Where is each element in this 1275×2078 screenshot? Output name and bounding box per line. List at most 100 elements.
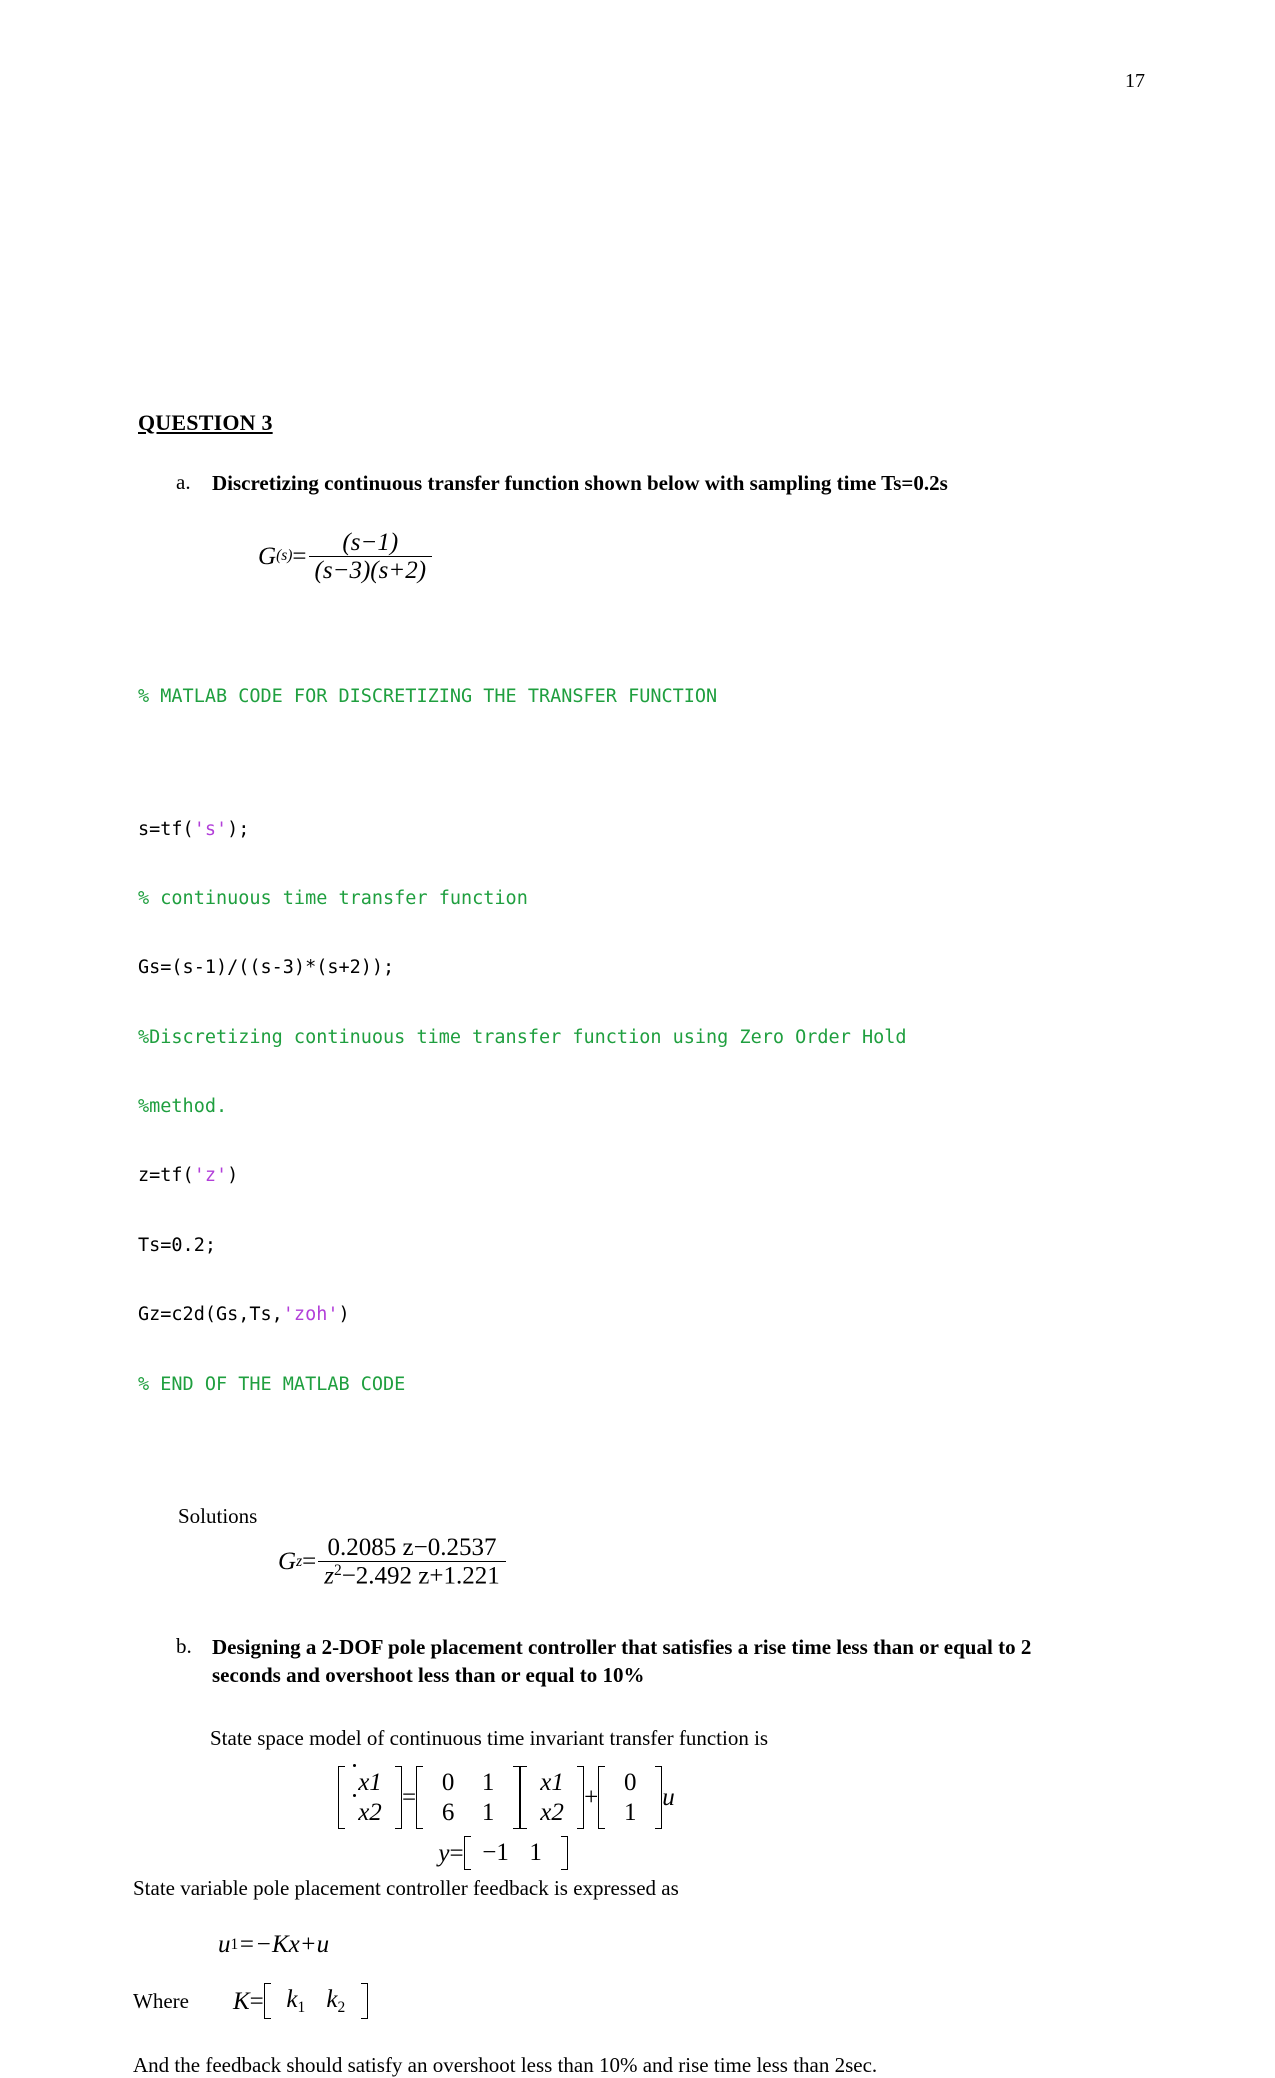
code-line: z=tf('z')	[138, 1164, 1138, 1187]
matrix-k: k1 k2	[263, 1983, 368, 2020]
state-space-input: u	[662, 1784, 675, 1812]
code-line: Gs=(s-1)/((s-3)*(s+2));	[138, 957, 395, 979]
matrix-row: x2	[350, 1793, 390, 1828]
matrix-cell: 6	[441, 1798, 455, 1826]
page-number: 17	[1125, 70, 1145, 92]
matrix-row: −1 1	[476, 1838, 556, 1868]
matrix-a: 01 61	[416, 1766, 521, 1830]
gain-definition-line: Where K = k1 k2	[133, 1983, 1138, 2020]
feedback-lhs: u	[218, 1931, 231, 1959]
code-line: s=tf('s');	[138, 818, 1138, 841]
code-segment: Gz=c2d(Gs,Ts,	[138, 1304, 283, 1326]
matrix-row: 61	[428, 1798, 508, 1828]
solutions-label: Solutions	[178, 1503, 258, 1528]
bracket-right	[575, 1766, 585, 1830]
code-string: 'z'	[193, 1165, 228, 1187]
matrix-cell: 1	[481, 1798, 495, 1826]
bracket-right	[511, 1766, 521, 1830]
closing-text: And the feedback should satisfy an overs…	[133, 2053, 878, 2078]
code-segment: z=tf(	[138, 1165, 194, 1187]
gz-equals: =	[302, 1548, 317, 1576]
code-string: 's'	[193, 818, 228, 840]
bracket-right	[393, 1766, 402, 1830]
matrix-cell: 1	[623, 1798, 637, 1826]
matrix-xdot: x1 x2	[338, 1764, 402, 1830]
gain-k2: k	[326, 1986, 338, 2014]
code-segment: )	[227, 1165, 239, 1187]
list-text-a: Discretizing continuous transfer functio…	[212, 471, 948, 495]
gz-denominator: z2−2.492 z+1.221	[318, 1560, 506, 1590]
gs-denominator: (s−3)(s+2)	[308, 555, 433, 583]
code-line: Ts=0.2;	[138, 1234, 216, 1256]
gz-den-var: z	[324, 1562, 334, 1590]
code-segment: s=tf(	[138, 818, 194, 840]
matrix-cell: k2	[316, 1985, 356, 2017]
matrix-row: k1 k2	[276, 1985, 356, 2017]
gz-lhs: G	[278, 1548, 297, 1576]
gz-numerator: 0.2085 z−0.2537	[327, 1533, 497, 1561]
matrix-cell: 0	[441, 1769, 455, 1797]
list-marker-b: b.	[176, 1634, 192, 1659]
equation-state-space: x1 x2 = 01 61 x1 x2 + 0 1 u	[338, 1764, 1138, 1834]
gz-fraction: 0.2085 z−0.2537 z2−2.492 z+1.221	[318, 1533, 506, 1590]
matrix-cell: −1	[482, 1839, 509, 1867]
bracket-right	[559, 1836, 568, 1870]
code-line: % END OF THE MATLAB CODE	[138, 1373, 406, 1395]
matrix-cell: x1	[350, 1764, 390, 1798]
list-item-b: b. Designing a 2-DOF pole placement cont…	[176, 1634, 1138, 1689]
feedback-intro: State variable pole placement controller…	[133, 1875, 679, 1900]
matrix-row: 01	[428, 1768, 508, 1798]
bracket-left	[338, 1766, 347, 1830]
gain-k1-subscript: 1	[297, 1999, 306, 2017]
code-segment: )	[338, 1304, 350, 1326]
gz-den-exponent: 2	[333, 1561, 342, 1579]
equation-transfer-function: G (s) = (s−1) (s−3)(s+2)	[258, 530, 1138, 583]
code-line: % MATLAB CODE FOR DISCRETIZING THE TRANS…	[138, 685, 718, 707]
matrix-cell: x2	[540, 1798, 564, 1826]
matrix-cell: 1	[481, 1769, 495, 1797]
gs-numerator: (s−1)	[342, 528, 399, 556]
matrix-cell: k1	[276, 1985, 316, 2017]
bracket-right	[653, 1766, 663, 1830]
matlab-code-block: % MATLAB CODE FOR DISCRETIZING THE TRANS…	[138, 639, 1138, 1442]
equation-gain: K = k1 k2	[233, 1983, 368, 2020]
matrix-cell: x2	[350, 1793, 390, 1828]
equation-discrete-transfer-function: Gz = 0.2085 z−0.2537 z2−2.492 z+1.221	[278, 1533, 1138, 1590]
bracket-left	[416, 1766, 425, 1830]
list-marker-a: a.	[176, 470, 191, 494]
gs-lhs-subscript: (s)	[276, 547, 293, 565]
output-equals: =	[449, 1839, 464, 1867]
matrix-cell: 0	[623, 1769, 637, 1797]
output-lhs: y	[438, 1839, 450, 1867]
gain-k1: k	[286, 1986, 298, 2014]
code-line: %method.	[138, 1096, 228, 1118]
where-label: Where	[133, 1988, 189, 2013]
code-string: 'zoh'	[282, 1304, 339, 1326]
bracket-left	[463, 1836, 473, 1870]
matrix-b: 0 1	[598, 1766, 663, 1830]
equation-feedback: u 1 =−Kx+u	[218, 1932, 1138, 1957]
matrix-x: x1 x2	[520, 1766, 585, 1830]
matrix-row: x1	[532, 1768, 572, 1798]
code-line: %Discretizing continuous time transfer f…	[138, 1026, 907, 1048]
matrix-cell: 1	[529, 1839, 542, 1867]
state-space-plus: +	[584, 1784, 599, 1812]
gz-den-rest: −2.492 z+1.221	[341, 1562, 500, 1590]
matrix-row: x1	[350, 1764, 390, 1798]
matrix-row: x2	[532, 1798, 572, 1828]
feedback-rhs: =−Kx+u	[238, 1931, 330, 1959]
document-page: 17 QUESTION 3 a. Discretizing continuous…	[0, 0, 1275, 2077]
gs-equals: =	[292, 542, 307, 570]
matrix-row: 0	[610, 1768, 650, 1798]
matrix-cell: x1	[540, 1769, 564, 1797]
matrix-row: 1	[610, 1798, 650, 1828]
bracket-right	[359, 1983, 368, 2020]
list-item-a: a. Discretizing continuous transfer func…	[176, 470, 1138, 498]
page-title: QUESTION 3	[138, 410, 273, 435]
gain-equals: =	[249, 1987, 264, 2015]
document-content: QUESTION 3 a. Discretizing continuous tr…	[133, 410, 1138, 2078]
list-text-b: Designing a 2-DOF pole placement control…	[212, 1635, 1032, 1688]
bracket-left	[598, 1766, 607, 1830]
gs-fraction: (s−1) (s−3)(s+2)	[308, 528, 433, 583]
